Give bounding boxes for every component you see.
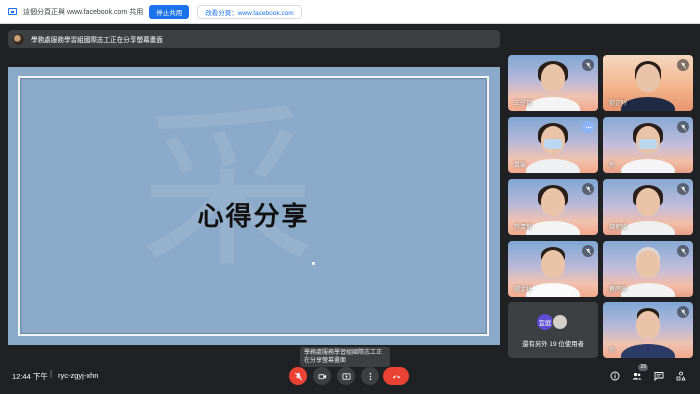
participant-name: 劉芷吟 [609, 101, 628, 107]
avatar: 宜庭 [537, 314, 553, 330]
slide-frame: 采 心得分享 [18, 76, 489, 336]
more-options-button[interactable] [361, 367, 379, 385]
chat-button[interactable] [652, 369, 666, 383]
participant-tile[interactable]: 王仔苗 [508, 55, 598, 111]
people-icon [632, 372, 642, 380]
participant-name: 王仔苗 [514, 101, 533, 107]
present-icon [341, 372, 351, 380]
more-vert-icon [369, 372, 371, 380]
participant-tile-self[interactable]: 你 [603, 302, 693, 358]
mic-toggle-button[interactable] [289, 367, 307, 385]
participant-name: 你 [609, 348, 616, 354]
chat-icon [654, 372, 664, 381]
divider: | [50, 369, 53, 378]
slide-watermark: 采 [140, 89, 315, 292]
people-count-badge: 29 [638, 364, 648, 371]
leave-call-button[interactable] [383, 367, 409, 385]
activities-button[interactable] [674, 369, 688, 383]
mic-off-icon [294, 372, 302, 380]
participant-tile[interactable]: 錢郁維 [603, 179, 693, 235]
people-button[interactable]: 29 [630, 364, 648, 383]
camera-toggle-button[interactable] [313, 367, 331, 385]
mic-off-icon [677, 245, 689, 257]
share-screen-icon [8, 8, 17, 15]
info-icon [610, 371, 620, 381]
stop-sharing-button[interactable]: 停止共用 [149, 4, 190, 19]
presenter-text: 學務處服務學習組國際志工正在分享螢幕畫面 [31, 37, 163, 44]
other-participants-tile[interactable]: 宜庭 還有另外 19 位使用者 [508, 302, 598, 358]
mic-off-icon [677, 121, 689, 133]
tab-share-bar: 這個分頁正與 www.facebook.com 共用 停止共用 改看分頁：www… [0, 0, 700, 24]
participant-name: 黃瑜 [514, 163, 527, 169]
participant-tile[interactable]: 鍾孟妤 [508, 241, 598, 297]
participant-tile[interactable]: 劉芷吟 [603, 55, 693, 111]
participant-tile[interactable]: 黃瑜 [508, 117, 598, 173]
mic-off-icon [582, 245, 594, 257]
presentation-stage[interactable]: 采 心得分享 [8, 67, 500, 345]
cursor-icon [312, 262, 315, 265]
participant-tile[interactable]: 彤 [603, 117, 693, 173]
participant-name: 鍾孟妤 [514, 287, 533, 293]
clock-time: 12:44 下午 [12, 372, 48, 381]
hangup-icon [392, 375, 400, 378]
activities-icon [676, 371, 686, 381]
switch-tab-button[interactable]: 改看分頁：www.facebook.com [197, 4, 302, 19]
participant-tile[interactable]: 蔡雨辰 [603, 241, 693, 297]
participant-name: 蔡雨辰 [609, 287, 628, 293]
participant-name: 許清惟 [514, 225, 533, 231]
bottom-toolbar: 12:44 下午 | ryc-zgyj-xhn 29 [0, 358, 700, 394]
more-options-icon[interactable] [582, 121, 594, 133]
other-participants-text: 還有另外 19 位使用者 [522, 341, 584, 348]
mic-off-icon [677, 59, 689, 71]
avatar [13, 33, 24, 45]
participant-name: 彤 [609, 163, 616, 169]
mic-off-icon [582, 183, 594, 195]
participant-tile[interactable]: 許清惟 [508, 179, 598, 235]
slide-title: 心得分享 [197, 202, 310, 232]
mic-off-icon [677, 183, 689, 195]
meeting-details-button[interactable] [608, 369, 622, 383]
present-button[interactable] [337, 367, 355, 385]
avatar [552, 314, 568, 330]
mic-off-icon [677, 306, 689, 318]
participant-name: 錢郁維 [609, 225, 628, 231]
mic-off-icon [582, 59, 594, 71]
meeting-code: ryc-zgyj-xhn [58, 371, 99, 380]
presenter-bar: 學務處服務學習組國際志工正在分享螢幕畫面 [8, 30, 500, 48]
share-status-text: 這個分頁正與 www.facebook.com 共用 [23, 8, 144, 16]
camera-icon [317, 373, 326, 379]
